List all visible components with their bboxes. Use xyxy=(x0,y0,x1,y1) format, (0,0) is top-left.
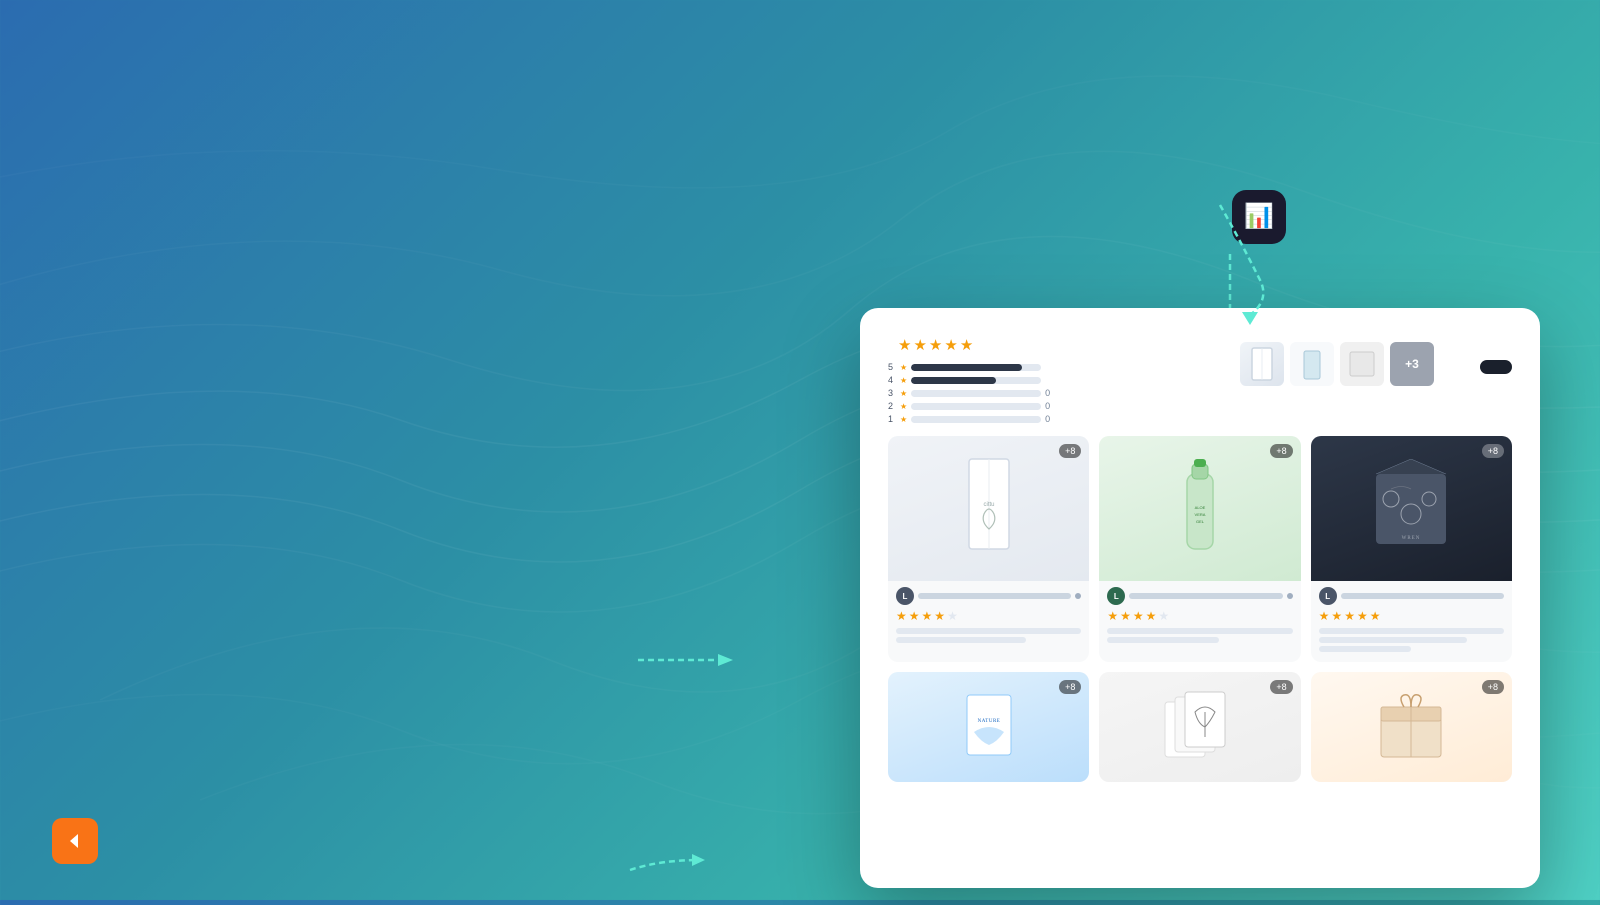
stars-3: ★ ★ ★ ★ ★ xyxy=(1319,609,1504,623)
card-3-body: L ★ ★ ★ ★ ★ xyxy=(1311,581,1512,662)
rating-summary: ★ ★ ★ ★ ★ 5 ★ 4 ★ xyxy=(888,336,1512,424)
photo-card-3[interactable]: WREN +8 L ★ ★ ★ ★ ★ xyxy=(1311,436,1512,662)
badge-6: +8 xyxy=(1482,680,1504,694)
photo-grid: cittu +8 L ★ ★ ★ ★ ★ xyxy=(888,436,1512,782)
svg-text:GEL: GEL xyxy=(1196,519,1205,524)
product-img-3: WREN +8 xyxy=(1311,436,1512,581)
rating-bars: 5 ★ 4 ★ 3 ★ xyxy=(888,362,1050,424)
star-1: ★ xyxy=(898,336,911,354)
star-4: ★ xyxy=(944,336,957,354)
photo-thumb-2[interactable] xyxy=(1290,342,1334,386)
star-2: ★ xyxy=(913,336,926,354)
bar-row-5: 5 ★ xyxy=(888,362,1050,372)
product-img-1: cittu +8 xyxy=(888,436,1089,581)
badge-1: +8 xyxy=(1059,444,1081,458)
avatar-1: L xyxy=(896,587,914,605)
write-review-button[interactable] xyxy=(1480,360,1512,374)
customer-photos-section: +3 xyxy=(1240,336,1460,386)
stars-2: ★ ★ ★ ★ ★ xyxy=(1107,609,1292,623)
product-img-4: NATURE +8 xyxy=(888,672,1089,782)
photo-thumbs-row: +3 xyxy=(1240,342,1460,386)
photo-thumb-more[interactable]: +3 xyxy=(1390,342,1434,386)
photo-card-4[interactable]: NATURE +8 xyxy=(888,672,1089,782)
bar-row-1: 1 ★ 0 xyxy=(888,414,1050,424)
photo-card-6[interactable]: +8 xyxy=(1311,672,1512,782)
photo-card-2[interactable]: ALOE VERA GEL +8 L ★ ★ ★ ★ ★ xyxy=(1099,436,1300,662)
logo xyxy=(52,818,108,864)
rating-row: ★ ★ ★ ★ ★ xyxy=(888,336,1050,354)
photo-thumb-1[interactable] xyxy=(1240,342,1284,386)
card-2-body: L ★ ★ ★ ★ ★ xyxy=(1099,581,1300,653)
bar-row-4: 4 ★ xyxy=(888,375,1050,385)
svg-text:ALOE: ALOE xyxy=(1195,505,1206,510)
svg-text:WREN: WREN xyxy=(1402,536,1421,541)
logo-icon xyxy=(52,818,98,864)
photo-thumb-3[interactable] xyxy=(1340,342,1384,386)
svg-text:VERA: VERA xyxy=(1195,512,1206,517)
card-1-body: L ★ ★ ★ ★ ★ xyxy=(888,581,1089,653)
photo-card-5[interactable]: +8 xyxy=(1099,672,1300,782)
avatar-3: L xyxy=(1319,587,1337,605)
annotation-top-right: 📊 xyxy=(1232,190,1300,244)
avatar-2: L xyxy=(1107,587,1125,605)
badge-2: +8 xyxy=(1270,444,1292,458)
star-3: ★ xyxy=(929,336,942,354)
curved-arrow-overlay xyxy=(0,400,800,900)
rating-number-block: ★ ★ ★ ★ ★ 5 ★ 4 ★ xyxy=(888,336,1050,424)
screenshot-panel: ★ ★ ★ ★ ★ 5 ★ 4 ★ xyxy=(860,308,1540,888)
photo-card-1[interactable]: cittu +8 L ★ ★ ★ ★ ★ xyxy=(888,436,1089,662)
dashed-arrow-left xyxy=(638,640,738,680)
svg-text:cittu: cittu xyxy=(983,502,994,508)
bar-row-3: 3 ★ 0 xyxy=(888,388,1050,398)
bar-row-2: 2 ★ 0 xyxy=(888,401,1050,411)
star-5: ★ xyxy=(960,336,973,354)
badge-5: +8 xyxy=(1270,680,1292,694)
badge-3: +8 xyxy=(1482,444,1504,458)
svg-text:NATURE: NATURE xyxy=(977,719,1000,724)
rating-stars: ★ ★ ★ ★ ★ xyxy=(898,336,979,354)
product-img-6: +8 xyxy=(1311,672,1512,782)
product-img-5: +8 xyxy=(1099,672,1300,782)
left-content xyxy=(72,60,632,68)
stars-1: ★ ★ ★ ★ ★ xyxy=(896,609,1081,623)
product-img-2: ALOE VERA GEL +8 xyxy=(1099,436,1300,581)
annotation-icon: 📊 xyxy=(1232,190,1286,244)
badge-4: +8 xyxy=(1059,680,1081,694)
